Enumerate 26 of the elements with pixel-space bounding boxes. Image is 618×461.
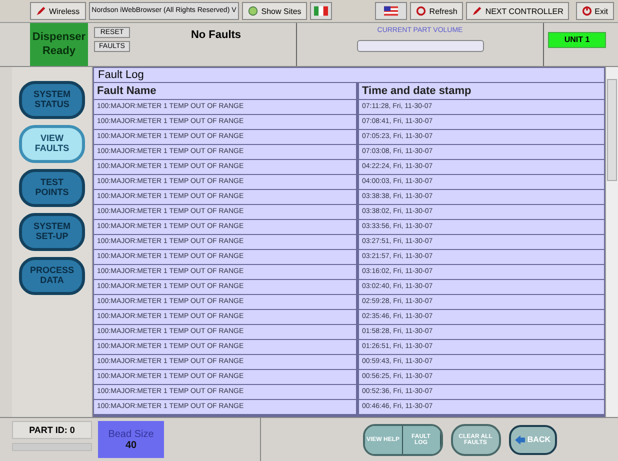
refresh-icon <box>416 6 426 16</box>
dispenser-status: Dispenser Ready <box>30 23 88 66</box>
column-header: Time and date stamp <box>359 83 604 99</box>
power-icon <box>582 6 592 16</box>
flag-icon <box>384 6 398 16</box>
show-sites-button[interactable]: Show Sites <box>242 2 308 20</box>
nav-button[interactable]: VIEW FAULTS <box>19 125 85 163</box>
part-id-label: PART ID: 0 <box>12 421 92 439</box>
globe-icon <box>248 6 258 16</box>
scrollbar[interactable] <box>605 67 618 417</box>
italian-flag-button[interactable] <box>310 2 332 20</box>
refresh-button[interactable]: Refresh <box>410 2 464 20</box>
column-header: Fault Name <box>94 83 356 99</box>
flag-icon <box>314 6 328 16</box>
arrow-icon <box>514 434 526 446</box>
bead-size-label: Bead Size <box>108 428 154 440</box>
pen-icon <box>36 6 46 16</box>
fault-message: No Faults <box>190 28 242 43</box>
bead-size-value: 40 <box>125 440 137 450</box>
exit-button[interactable]: Exit <box>576 2 614 20</box>
us-flag-button[interactable] <box>375 2 408 20</box>
fault-log-title: Fault Log <box>94 68 604 82</box>
unit-button[interactable]: UNIT 1 <box>548 32 606 48</box>
toolbar-button[interactable]: Wireless <box>30 2 86 20</box>
pen-icon <box>472 6 482 16</box>
toolbar-button[interactable]: NEXT CONTROLLER <box>466 2 570 20</box>
